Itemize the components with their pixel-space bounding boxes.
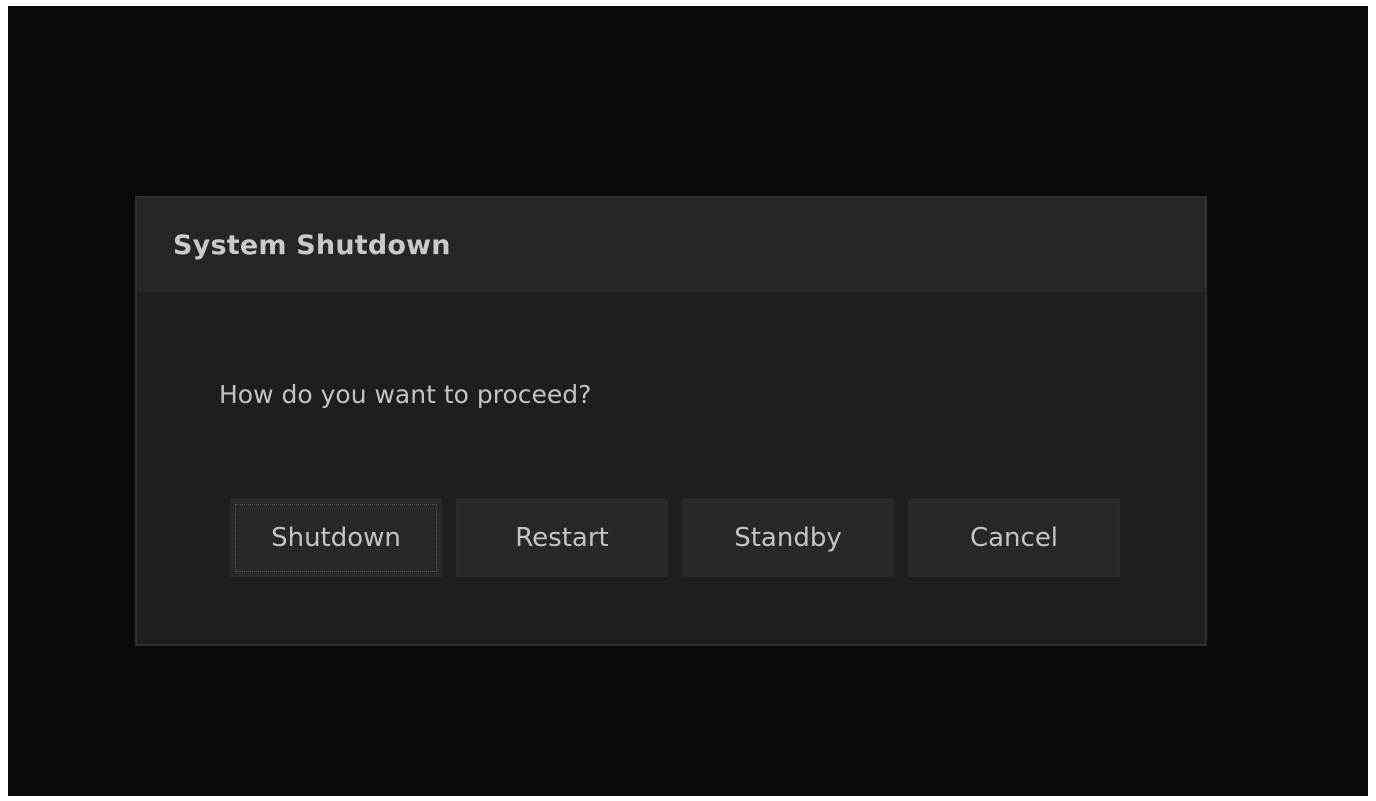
shutdown-button[interactable]: Shutdown: [230, 499, 442, 577]
screen-background: System Shutdown How do you want to proce…: [8, 6, 1368, 796]
standby-button[interactable]: Standby: [682, 499, 894, 577]
shutdown-dialog: System Shutdown How do you want to proce…: [135, 196, 1207, 646]
dialog-header: System Shutdown: [137, 198, 1205, 292]
dialog-title: System Shutdown: [173, 230, 451, 261]
dialog-message: How do you want to proceed?: [219, 380, 592, 409]
cancel-button[interactable]: Cancel: [908, 499, 1120, 577]
restart-button[interactable]: Restart: [456, 499, 668, 577]
